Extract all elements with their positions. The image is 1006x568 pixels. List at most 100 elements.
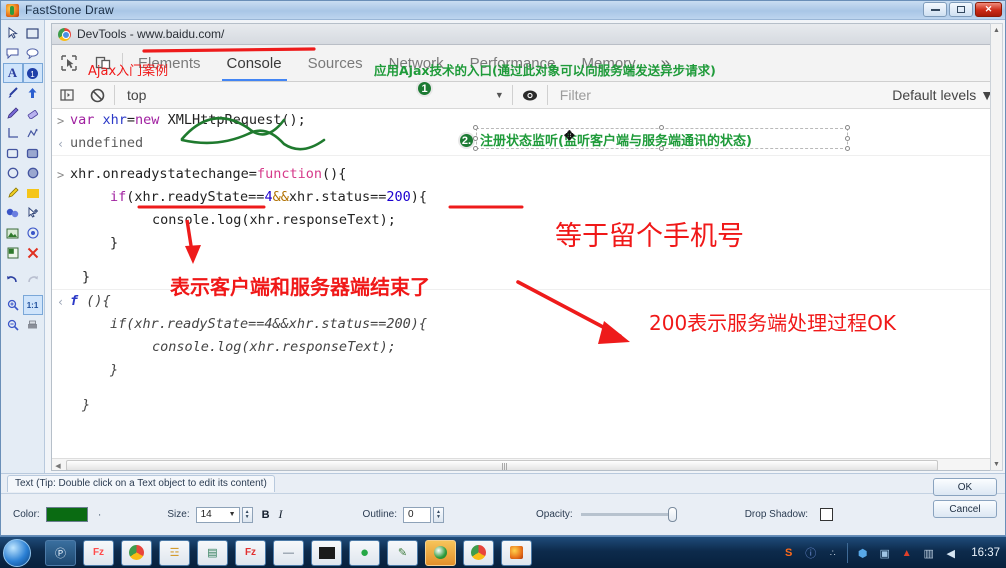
select-arrow-tool[interactable] [3, 23, 23, 43]
delete-tool[interactable] [23, 243, 43, 263]
tray-input-icon[interactable]: ⓘ [803, 546, 818, 561]
rectangle-select-tool[interactable] [23, 23, 43, 43]
corner-line-tool[interactable] [3, 123, 23, 143]
ellipse-shape-tool[interactable] [3, 163, 23, 183]
canvas-image[interactable]: DevTools - www.baidu.com/ Elements Conso… [51, 23, 1003, 471]
tab-network[interactable]: Network [376, 45, 457, 81]
close-button[interactable]: ✕ [975, 2, 1002, 17]
scroll-down-icon[interactable]: ▼ [991, 458, 1002, 470]
color-more-button[interactable]: · [98, 509, 102, 521]
taskbar-clock[interactable]: 16:37 [971, 547, 1000, 559]
line-tool[interactable] [3, 83, 23, 103]
tray-security-icon[interactable]: ⬢ [855, 546, 870, 561]
crop-tool[interactable] [3, 243, 23, 263]
print-tool[interactable] [23, 315, 43, 335]
taskbar-item-terminal[interactable] [311, 539, 342, 566]
scrollbar-track[interactable] [64, 460, 992, 470]
clone-select-tool[interactable] [23, 203, 43, 223]
taskbar-item-editor[interactable]: ✎ [387, 539, 418, 566]
size-select[interactable]: 14 ▼ [195, 506, 240, 523]
minimize-button[interactable] [923, 2, 947, 17]
polyline-tool[interactable] [23, 123, 43, 143]
ellipse-filled-tool[interactable] [23, 163, 43, 183]
code-token: xhr.onreadystatechange= [70, 166, 257, 182]
color-swatch[interactable] [45, 507, 88, 522]
taskbar-item-flashfxp-2[interactable]: Fz [235, 539, 266, 566]
taskbar-item-green-app[interactable]: ● [349, 539, 380, 566]
tray-save-icon[interactable]: ▥ [921, 546, 936, 561]
filter-input[interactable]: Filter [550, 87, 892, 103]
taskbar-item-faststone[interactable] [425, 539, 456, 566]
inspect-element-icon[interactable] [52, 45, 86, 81]
chevron-down-icon[interactable]: ▼ [489, 90, 510, 100]
tab-console[interactable]: Console [214, 45, 295, 81]
size-label: Size: [167, 509, 190, 520]
tray-sogou-icon[interactable]: S [781, 546, 796, 561]
eraser-tool[interactable] [23, 103, 43, 123]
drop-shadow-icon[interactable] [820, 508, 834, 521]
canvas-vertical-scrollbar[interactable]: ▲ ▼ [990, 23, 1003, 471]
tab-sources[interactable]: Sources [295, 45, 376, 81]
live-expression-icon[interactable] [515, 82, 545, 108]
taskbar-item-pdf[interactable]: Ⓟ [45, 539, 76, 566]
console-output[interactable]: > var xhr=new XMLHttpRequest(); ‹ undefi… [52, 109, 1002, 458]
tray-overflow-icon[interactable]: ∴ [825, 546, 840, 561]
bold-button[interactable]: B [262, 509, 270, 521]
size-stepper[interactable]: ▲ ▼ [241, 506, 253, 523]
console-sidebar-icon[interactable] [52, 82, 82, 108]
numbered-badge-tool[interactable]: 1 [22, 63, 43, 83]
scroll-up-icon[interactable]: ▲ [991, 24, 1002, 36]
redo-tool[interactable] [23, 269, 43, 289]
device-toolbar-icon[interactable] [86, 45, 120, 81]
taskbar-item-flashfxp[interactable]: Fz [83, 539, 114, 566]
console-horizontal-scrollbar[interactable]: ◀ ▶ [52, 458, 1002, 470]
arrow-up-tool[interactable] [23, 83, 43, 103]
callout-round-tool[interactable] [23, 43, 43, 63]
taskbar-item-faststone-draw[interactable] [501, 539, 532, 566]
taskbar-item-minimized[interactable]: — [273, 539, 304, 566]
ok-button[interactable]: OK [933, 478, 997, 496]
taskbar-item-chrome-2[interactable] [463, 539, 494, 566]
drawing-canvas-area[interactable]: DevTools - www.baidu.com/ Elements Conso… [45, 20, 1005, 473]
tab-performance[interactable]: Performance [457, 45, 569, 81]
fill-color-tool[interactable] [23, 183, 43, 203]
highlighter-tool[interactable] [3, 183, 23, 203]
rect-shape-tool[interactable] [3, 143, 23, 163]
log-levels-selector[interactable]: Default levels ▼ [892, 87, 1002, 103]
start-button[interactable] [3, 538, 31, 567]
italic-button[interactable]: I [279, 507, 283, 522]
more-tabs-icon[interactable]: » [649, 53, 682, 73]
taskbar-icon-glyph: ▤ [207, 547, 218, 559]
undo-tool[interactable] [3, 269, 23, 289]
execution-context-selector[interactable]: top [117, 87, 156, 103]
restore-button[interactable] [949, 2, 973, 17]
tab-elements[interactable]: Elements [125, 45, 214, 81]
tray-graphics-icon[interactable]: ▲ [899, 546, 914, 561]
scrollbar-thumb[interactable] [66, 460, 939, 470]
cancel-button[interactable]: Cancel [933, 500, 997, 518]
tray-network-icon[interactable]: ▣ [877, 546, 892, 561]
taskbar-item-explorer[interactable]: ☲ [159, 539, 190, 566]
opacity-knob[interactable] [667, 507, 677, 522]
scroll-left-icon[interactable]: ◀ [52, 462, 64, 470]
console-entry-input[interactable]: > var xhr=new XMLHttpRequest(); [52, 109, 1002, 132]
callout-left-tool[interactable] [3, 43, 23, 63]
pencil-tool[interactable] [3, 103, 23, 123]
taskbar-item-notepad[interactable]: ▤ [197, 539, 228, 566]
text-tool[interactable]: A [2, 63, 23, 83]
console-entry-input[interactable]: > xhr.onreadystatechange=function(){ [52, 163, 1002, 186]
zoom-out-tool[interactable] [3, 315, 23, 335]
taskbar-item-chrome-1[interactable] [121, 539, 152, 566]
tab-memory[interactable]: Memory [569, 45, 649, 81]
rect-filled-tool[interactable] [23, 143, 43, 163]
zoom-actual-size-tool[interactable]: 1:1 [22, 295, 43, 315]
spotlight-tool[interactable] [23, 223, 43, 243]
opacity-slider[interactable] [580, 507, 677, 522]
tray-volume-icon[interactable]: ◀ [943, 546, 958, 561]
outline-input[interactable]: 0 [403, 506, 432, 523]
clear-console-icon[interactable] [82, 82, 112, 108]
image-tool[interactable] [3, 223, 23, 243]
blur-tool[interactable] [3, 203, 23, 223]
outline-stepper[interactable]: ▲ ▼ [433, 506, 445, 523]
zoom-in-tool[interactable] [3, 295, 23, 315]
